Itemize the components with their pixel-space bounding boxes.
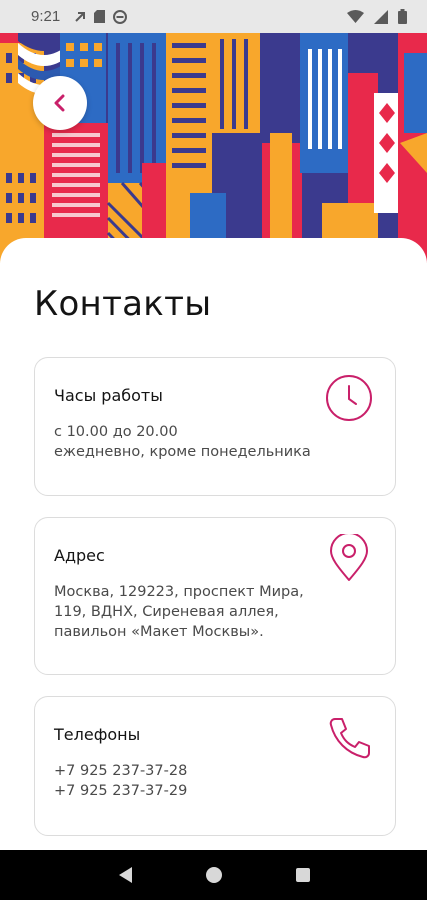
address-line: 119, ВДНХ, Сиреневая аллея, [54, 604, 279, 620]
back-triangle-icon [118, 867, 132, 883]
address-card-text: Москва, 129223, проспект Мира, 119, ВДНХ… [54, 582, 324, 642]
address-card-title: Адрес [54, 546, 105, 565]
header-illustration [0, 33, 427, 263]
address-card: Адрес Москва, 129223, проспект Мира, 119… [34, 517, 396, 675]
status-right-icons [347, 9, 407, 24]
phone-icon [329, 718, 370, 759]
phones-card-text: +7 925 237-37-28 +7 925 237-37-29 [54, 761, 187, 801]
hours-card-title: Часы работы [54, 386, 163, 405]
hours-card-text: с 10.00 до 20.00 ежедневно, кроме понеде… [54, 422, 311, 462]
phones-card: Телефоны +7 925 237-37-28 +7 925 237-37-… [34, 696, 396, 836]
system-nav-bar [0, 850, 427, 900]
location-pin-icon [330, 534, 368, 581]
status-left-icons [74, 9, 128, 24]
back-button[interactable] [33, 76, 87, 130]
home-circle-icon [205, 867, 222, 883]
nav-recents-button[interactable] [291, 863, 315, 887]
hours-line: ежедневно, кроме понедельника [54, 444, 311, 460]
do-not-disturb-icon [113, 9, 128, 24]
notification-icon [75, 11, 86, 22]
address-line: Москва, 129223, проспект Мира, [54, 584, 304, 600]
battery-icon [398, 9, 407, 24]
content-sheet: Контакты Часы работы с 10.00 до 20.00 еж… [0, 238, 427, 850]
status-time: 9:21 [31, 8, 61, 25]
address-line: павильон «Макет Москвы». [54, 624, 264, 640]
status-bar: 9:21 [0, 0, 427, 33]
phone-number[interactable]: +7 925 237-37-29 [54, 781, 187, 801]
phones-card-title: Телефоны [54, 725, 141, 744]
wifi-icon [347, 10, 364, 23]
sd-card-icon [94, 10, 106, 23]
hours-card: Часы работы с 10.00 до 20.00 ежедневно, … [34, 357, 396, 496]
phone-number[interactable]: +7 925 237-37-28 [54, 761, 187, 781]
signal-icon [374, 9, 388, 24]
city-illustration [0, 33, 427, 263]
hours-line: с 10.00 до 20.00 [54, 424, 178, 440]
page-title: Контакты [34, 284, 212, 324]
chevron-left-icon [54, 94, 65, 112]
nav-back-button[interactable] [113, 863, 137, 887]
clock-icon [326, 375, 372, 421]
nav-home-button[interactable] [202, 863, 226, 887]
recents-square-icon [295, 868, 310, 882]
